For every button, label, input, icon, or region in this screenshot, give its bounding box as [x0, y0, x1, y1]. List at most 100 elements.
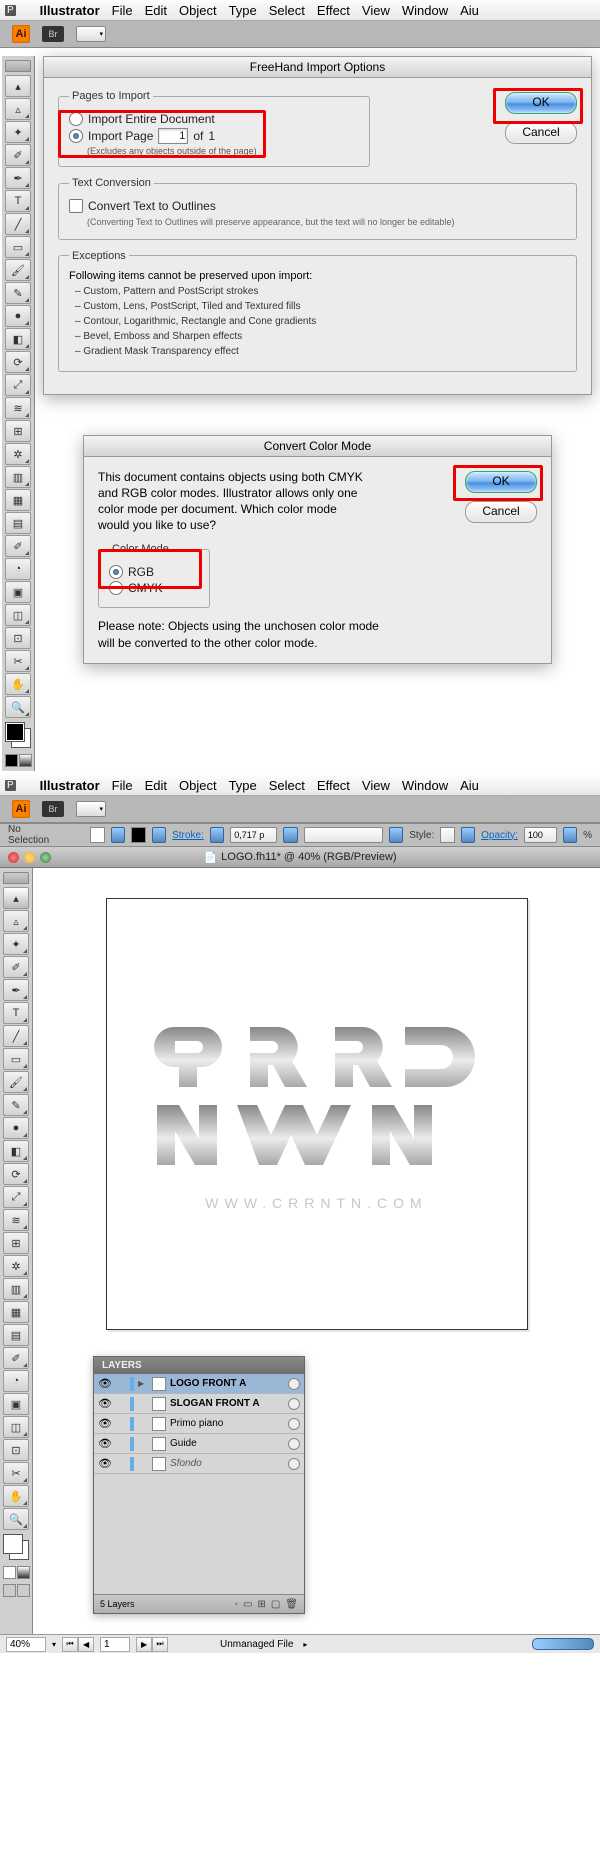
app-menu-2[interactable]: Illustrator [40, 778, 100, 793]
line-tool-2[interactable]: ╱ [3, 1025, 29, 1047]
layer-target-icon[interactable] [288, 1418, 300, 1430]
artboard-nav-fwd[interactable]: ▶⏭ [136, 1637, 168, 1652]
menu-type[interactable]: Type [229, 3, 257, 18]
layer-target-icon[interactable] [288, 1458, 300, 1470]
layers-tab[interactable]: LAYERS [94, 1357, 304, 1374]
layer-row[interactable]: 👁Sfondo [94, 1454, 304, 1474]
menu-file[interactable]: File [112, 3, 133, 18]
opacity-value[interactable]: 100 [524, 827, 557, 843]
app-menu[interactable]: Illustrator [40, 3, 100, 18]
fill-swatch[interactable] [90, 827, 104, 843]
direct-selection-tool[interactable]: ▵ [5, 98, 31, 120]
layer-name[interactable]: Guide [170, 1438, 284, 1449]
live-paint-selection-tool[interactable]: ◫ [5, 604, 31, 626]
menu-edit-2[interactable]: Edit [145, 778, 167, 793]
free-transform-tool-2[interactable]: ⊞ [3, 1232, 29, 1254]
menu-effect[interactable]: Effect [317, 3, 350, 18]
blob-brush-tool-2[interactable]: ● [3, 1117, 29, 1139]
convert-text-checkbox[interactable]: Convert Text to Outlines [69, 199, 566, 213]
artboard-tool-2[interactable]: ⊡ [3, 1439, 29, 1461]
rotate-tool-2[interactable]: ⟳ [3, 1163, 29, 1185]
page-number-input[interactable]: 1 [158, 128, 188, 144]
color-mode-icon[interactable] [5, 754, 18, 767]
menu-effect-2[interactable]: Effect [317, 778, 350, 793]
magic-wand-tool-2[interactable]: ✦ [3, 933, 29, 955]
magic-wand-tool[interactable]: ✦ [5, 121, 31, 143]
direct-selection-tool-2[interactable]: ▵ [3, 910, 29, 932]
menu-view[interactable]: View [362, 3, 390, 18]
color-cancel-button[interactable]: Cancel [465, 501, 537, 523]
visibility-icon[interactable]: 👁 [98, 1457, 112, 1470]
layer-name[interactable]: LOGO FRONT A [170, 1378, 284, 1389]
menu-help-2[interactable]: Aiu [460, 778, 479, 793]
symbol-sprayer-tool-2[interactable]: ✲ [3, 1255, 29, 1277]
graph-tool[interactable]: ▥ [5, 466, 31, 488]
slice-tool-2[interactable]: ✂ [3, 1462, 29, 1484]
mesh-tool[interactable]: ▦ [5, 489, 31, 511]
menu-window[interactable]: Window [402, 3, 448, 18]
rotate-tool[interactable]: ⟳ [5, 351, 31, 373]
fill-stroke-swatches-2[interactable] [4, 1535, 28, 1559]
arrange-dropdown-2[interactable]: ▾ [76, 801, 106, 817]
menu-type-2[interactable]: Type [229, 778, 257, 793]
screen-mode-1[interactable] [3, 1584, 16, 1597]
arrange-dropdown[interactable]: ▾ [76, 26, 106, 42]
pen-tool-2[interactable]: ✒ [3, 979, 29, 1001]
layer-row[interactable]: 👁Guide [94, 1434, 304, 1454]
layer-name[interactable]: Primo piano [170, 1418, 284, 1429]
new-layer-icon[interactable]: ▢ [271, 1599, 280, 1610]
layer-twirl[interactable]: ▶ [138, 1379, 148, 1388]
window-controls[interactable] [8, 852, 51, 863]
menu-select-2[interactable]: Select [269, 778, 305, 793]
menu-window-2[interactable]: Window [402, 778, 448, 793]
cmyk-radio[interactable]: CMYK [109, 581, 199, 595]
artboard-nav[interactable]: ⏮◀ [62, 1637, 94, 1652]
menu-object-2[interactable]: Object [179, 778, 217, 793]
rectangle-tool-2[interactable]: ▭ [3, 1048, 29, 1070]
gradient-mode-icon[interactable] [19, 754, 32, 767]
artboard-number[interactable]: 1 [100, 1637, 130, 1652]
stroke-swatch[interactable] [131, 827, 145, 843]
layer-name[interactable]: SLOGAN FRONT A [170, 1398, 284, 1409]
style-swatch[interactable] [440, 827, 454, 843]
gradient-tool[interactable]: ▤ [5, 512, 31, 534]
tools-grip[interactable] [5, 60, 31, 72]
live-paint-selection-tool-2[interactable]: ◫ [3, 1416, 29, 1438]
blend-tool-2[interactable]: ◔ [3, 1370, 29, 1392]
hand-tool-2[interactable]: ✋ [3, 1485, 29, 1507]
graph-tool-2[interactable]: ▥ [3, 1278, 29, 1300]
layer-target-icon[interactable] [288, 1378, 300, 1390]
symbol-sprayer-tool[interactable]: ✲ [5, 443, 31, 465]
brush-preset[interactable] [304, 827, 383, 843]
stroke-value[interactable]: 0,717 p [230, 827, 277, 843]
pen-tool[interactable]: ✒ [5, 167, 31, 189]
type-tool[interactable]: T [5, 190, 31, 212]
menu-edit[interactable]: Edit [145, 3, 167, 18]
menu-help[interactable]: Aiu [460, 3, 479, 18]
warp-tool-2[interactable]: ≋ [3, 1209, 29, 1231]
layer-row[interactable]: 👁▶LOGO FRONT A [94, 1374, 304, 1394]
opacity-dropdown[interactable] [563, 827, 577, 843]
bridge-icon-2[interactable]: Br [42, 801, 64, 817]
slice-tool[interactable]: ✂ [5, 650, 31, 672]
scale-tool-2[interactable]: ⤢ [3, 1186, 29, 1208]
paintbrush-tool[interactable]: 🖌 [5, 259, 31, 281]
visibility-icon[interactable]: 👁 [98, 1417, 112, 1430]
artboard-tool[interactable]: ⊡ [5, 627, 31, 649]
menu-file-2[interactable]: File [112, 778, 133, 793]
zoom-level[interactable]: 40% [6, 1637, 46, 1652]
mesh-tool-2[interactable]: ▦ [3, 1301, 29, 1323]
hand-tool[interactable]: ✋ [5, 673, 31, 695]
stroke-color-dropdown[interactable] [152, 827, 166, 843]
import-page-radio[interactable]: Import Page 1 of 1 [69, 128, 359, 144]
layer-row[interactable]: 👁 Primo piano [94, 1414, 304, 1434]
blend-tool[interactable]: ◔ [5, 558, 31, 580]
pencil-tool-2[interactable]: ✎ [3, 1094, 29, 1116]
live-paint-tool[interactable]: ▣ [5, 581, 31, 603]
blob-brush-tool[interactable]: ● [5, 305, 31, 327]
locate-layer-icon[interactable]: ◦ [234, 1599, 238, 1610]
scale-tool[interactable]: ⤢ [5, 374, 31, 396]
eyedropper-tool[interactable]: ✐ [5, 535, 31, 557]
style-dropdown[interactable] [461, 827, 475, 843]
paintbrush-tool-2[interactable]: 🖌 [3, 1071, 29, 1093]
